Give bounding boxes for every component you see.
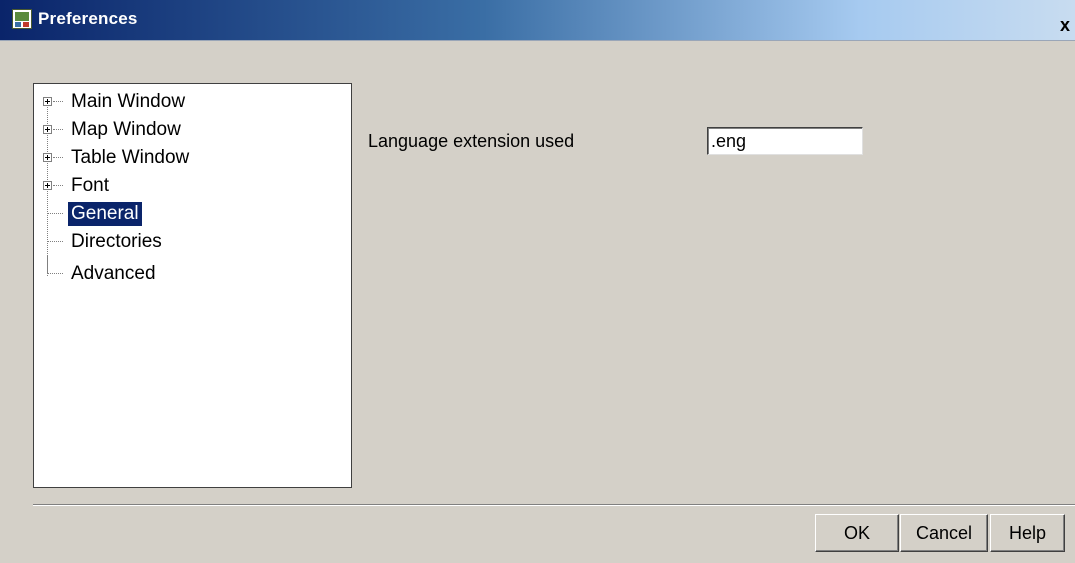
window-title: Preferences xyxy=(38,9,138,28)
button-separator xyxy=(33,504,1075,506)
expand-icon[interactable] xyxy=(43,97,52,106)
tree-item-advanced[interactable]: Advanced xyxy=(34,256,334,288)
tree-item-table-window[interactable]: Table Window xyxy=(34,146,334,172)
expand-icon[interactable] xyxy=(43,125,52,134)
tree-item-main-window[interactable]: Main Window xyxy=(34,90,334,116)
tree-item-label: Map Window xyxy=(71,119,181,140)
tree-item-directories[interactable]: Directories xyxy=(34,230,334,256)
language-extension-label: Language extension used xyxy=(368,131,575,151)
tree-item-label: Font xyxy=(71,175,110,196)
tree-item-label: General xyxy=(68,202,142,226)
tree-item-label: Table Window xyxy=(71,147,190,168)
expand-icon[interactable] xyxy=(43,153,52,162)
preferences-tree[interactable]: Main Window Map Window Table Window Font… xyxy=(33,83,352,488)
close-button[interactable]: x xyxy=(1060,15,1075,35)
cancel-button[interactable]: Cancel xyxy=(900,514,988,552)
ok-button[interactable]: OK xyxy=(815,514,899,552)
preferences-dialog: Preferences x Main Window Map Window Tab… xyxy=(0,0,1075,563)
app-icon xyxy=(12,9,32,29)
tree-item-map-window[interactable]: Map Window xyxy=(34,118,334,144)
title-bar[interactable]: Preferences x xyxy=(0,0,1075,41)
tree-item-label: Directories xyxy=(71,231,162,252)
tree-item-label: Advanced xyxy=(71,263,156,284)
tree-item-font[interactable]: Font xyxy=(34,174,334,200)
tree-item-label: Main Window xyxy=(71,91,186,112)
tree-item-general[interactable]: General xyxy=(34,202,334,228)
expand-icon[interactable] xyxy=(43,181,52,190)
language-extension-input[interactable] xyxy=(707,127,863,155)
help-button[interactable]: Help xyxy=(990,514,1065,552)
